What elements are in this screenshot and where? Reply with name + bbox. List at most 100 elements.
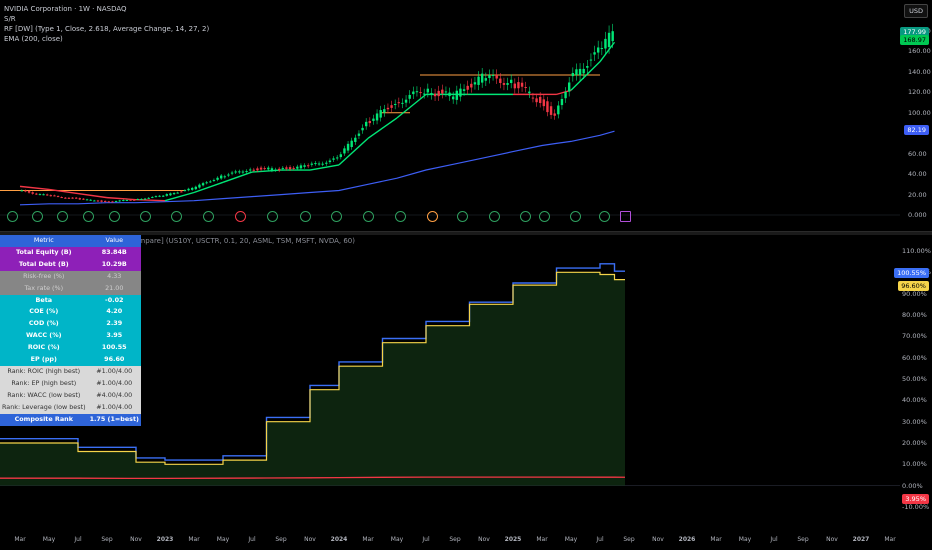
table-cell-value: 4.33 bbox=[87, 270, 141, 283]
candle-body bbox=[122, 200, 125, 202]
candle-body bbox=[491, 74, 495, 76]
table-cell-metric: COD (%) bbox=[0, 318, 88, 331]
table-cell-metric: EP (pp) bbox=[0, 354, 88, 366]
candle-body bbox=[553, 113, 556, 116]
candle-body bbox=[477, 76, 480, 85]
candle-body bbox=[64, 197, 67, 199]
price-axis-tick: 60.00 bbox=[908, 149, 927, 158]
candle-body bbox=[524, 87, 527, 89]
earnings-event-icon[interactable] bbox=[203, 211, 214, 222]
percent-axis-tick: 0.00% bbox=[902, 481, 923, 490]
earnings-event-icon[interactable] bbox=[267, 211, 278, 222]
earnings-event-icon[interactable] bbox=[599, 211, 610, 222]
candle-body bbox=[60, 197, 63, 199]
earnings-event-icon[interactable] bbox=[171, 211, 182, 222]
candle-body bbox=[147, 197, 150, 199]
earnings-event-icon[interactable] bbox=[7, 211, 18, 222]
time-axis-tick: Mar bbox=[536, 536, 548, 543]
rf-line-segment bbox=[396, 93, 427, 119]
earnings-event-icon[interactable] bbox=[83, 211, 94, 222]
price-pane[interactable] bbox=[0, 0, 932, 232]
candle-body bbox=[20, 190, 24, 192]
earnings-event-icon[interactable] bbox=[57, 211, 68, 222]
candle-body bbox=[470, 83, 473, 88]
time-axis-tick: 2026 bbox=[678, 536, 696, 543]
candle-body bbox=[198, 184, 201, 188]
earnings-event-icon[interactable] bbox=[489, 211, 500, 222]
candle-body bbox=[111, 201, 114, 203]
candle-body bbox=[335, 157, 339, 159]
earnings-event-icon[interactable] bbox=[620, 211, 631, 222]
earnings-event-icon[interactable] bbox=[457, 211, 468, 222]
candle-body bbox=[542, 99, 546, 107]
table-cell-metric: Total Equity (B) bbox=[0, 246, 88, 259]
candle-body bbox=[129, 199, 132, 201]
time-axis-tick: Sep bbox=[623, 536, 635, 543]
rf-price-badge: 168.97 bbox=[900, 35, 929, 45]
candle-body bbox=[412, 91, 415, 95]
candle-body bbox=[437, 90, 440, 97]
candle-body bbox=[259, 167, 263, 170]
percent-axis-tick: 80.00% bbox=[902, 311, 927, 319]
candle-body bbox=[154, 196, 158, 198]
candle-body bbox=[506, 83, 509, 85]
candle-body bbox=[408, 94, 411, 99]
candle-body bbox=[270, 168, 274, 171]
candle-body bbox=[484, 78, 488, 81]
table-cell-value: 1.75 (1=best) bbox=[87, 413, 141, 426]
earnings-event-icon[interactable] bbox=[32, 211, 43, 222]
candle-body bbox=[321, 163, 324, 165]
time-axis-tick: Sep bbox=[101, 536, 113, 543]
ep-badge: 96.60% bbox=[898, 281, 929, 291]
table-cell-value: 4.20 bbox=[87, 306, 141, 319]
candle-body bbox=[433, 93, 437, 97]
candle-body bbox=[125, 200, 129, 202]
earnings-event-icon[interactable] bbox=[331, 211, 342, 222]
metrics-table: Metric Value Total Equity (B) 83.84B Total… bbox=[0, 235, 141, 426]
rf-line-segment bbox=[570, 61, 601, 91]
table-cell-value: #1.00/4.00 bbox=[87, 365, 141, 378]
candle-body bbox=[473, 82, 477, 85]
candle-body bbox=[596, 47, 600, 53]
candle-body bbox=[256, 168, 259, 171]
candle-body bbox=[397, 102, 401, 104]
candle-body bbox=[593, 52, 596, 55]
candle-body bbox=[299, 165, 303, 169]
candle-body bbox=[509, 79, 513, 84]
earnings-event-icon[interactable] bbox=[300, 211, 311, 222]
table-header-value: Value bbox=[87, 235, 141, 247]
table-cell-metric: Risk-free (%) bbox=[0, 270, 88, 283]
candle-body bbox=[604, 38, 607, 49]
earnings-event-icon[interactable] bbox=[539, 211, 550, 222]
earnings-event-icon[interactable] bbox=[109, 211, 120, 222]
candle-body bbox=[183, 190, 187, 192]
candle-body bbox=[600, 48, 604, 50]
candle-body bbox=[24, 190, 27, 192]
time-axis-tick: Sep bbox=[797, 536, 809, 543]
earnings-event-icon[interactable] bbox=[427, 211, 438, 222]
candle-body bbox=[151, 196, 154, 198]
table-row: Rank: ROIC (high best) #1.00/4.00 bbox=[0, 365, 141, 378]
candle-body bbox=[422, 93, 426, 95]
earnings-event-icon[interactable] bbox=[363, 211, 374, 222]
time-axis-tick: Nov bbox=[652, 536, 664, 543]
earnings-event-icon[interactable] bbox=[395, 211, 406, 222]
candle-body bbox=[38, 194, 42, 196]
time-axis-tick: Jul bbox=[422, 536, 430, 543]
candle-body bbox=[223, 176, 227, 178]
table-cell-value: #1.00/4.00 bbox=[87, 401, 141, 414]
candle-body bbox=[263, 168, 266, 170]
table-row: Rank: WACC (low best) #4.00/4.00 bbox=[0, 389, 141, 402]
candle-body bbox=[306, 165, 310, 167]
earnings-event-icon[interactable] bbox=[570, 211, 581, 222]
earnings-event-icon[interactable] bbox=[140, 211, 151, 222]
candle-body bbox=[194, 186, 198, 190]
candle-body bbox=[517, 82, 520, 89]
percent-axis-tick: 70.00% bbox=[902, 332, 927, 341]
candle-body bbox=[292, 167, 295, 169]
earnings-event-icon[interactable] bbox=[235, 211, 246, 222]
candle-body bbox=[27, 191, 31, 193]
candle-body bbox=[328, 160, 332, 163]
earnings-event-icon[interactable] bbox=[520, 211, 531, 222]
rf-line-segment bbox=[309, 164, 340, 171]
